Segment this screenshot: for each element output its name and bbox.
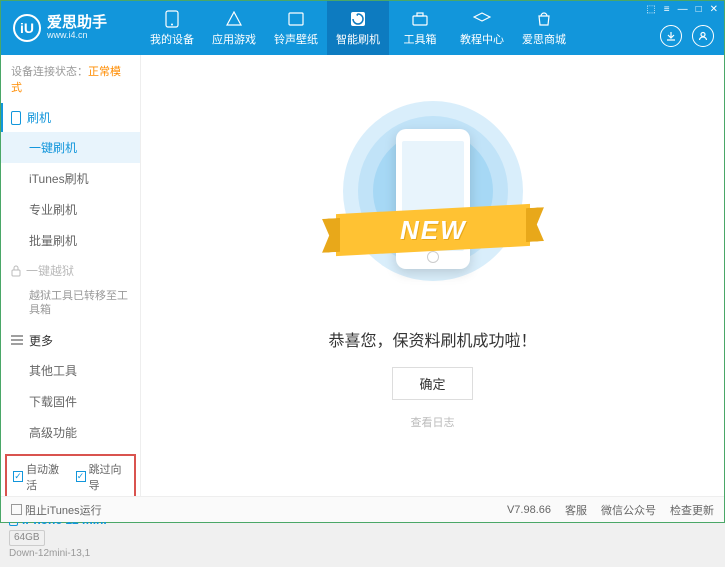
titlebar: iU 爱思助手 www.i4.cn 我的设备 应用游戏 铃声壁纸 智能刷机: [1, 1, 724, 55]
section-flash[interactable]: 刷机: [1, 103, 140, 132]
tab-shop[interactable]: 爱思商城: [513, 1, 575, 55]
sidebar-item-download-firmware[interactable]: 下载固件: [1, 386, 140, 417]
tab-label: 爱思商城: [522, 31, 566, 47]
apps-icon: [225, 10, 243, 28]
media-icon: [287, 10, 305, 28]
sidebar-item-other-tools[interactable]: 其他工具: [1, 355, 140, 386]
checkbox-row-highlighted: ✓ 自动激活 ✓ 跳过向导: [5, 454, 136, 500]
download-icon[interactable]: [660, 25, 682, 47]
statusbar-left: 阻止iTunes运行: [11, 502, 102, 518]
sidebar-item-oneclick-flash[interactable]: 一键刷机: [1, 132, 140, 163]
tab-label: 智能刷机: [336, 31, 380, 47]
section-title: 一键越狱: [26, 262, 74, 279]
shop-icon: [535, 10, 553, 28]
tab-label: 铃声壁纸: [274, 31, 318, 47]
close-icon[interactable]: ✕: [710, 4, 718, 15]
success-illustration: NEW: [318, 101, 548, 301]
device-storage: 64GB: [9, 530, 45, 546]
statusbar: 阻止iTunes运行 V7.98.66 客服 微信公众号 检查更新: [1, 496, 724, 522]
tab-label: 工具箱: [404, 31, 437, 47]
main-content: NEW 恭喜您，保资料刷机成功啦！ 确定 查看日志: [141, 55, 724, 496]
checkbox-block-itunes[interactable]: 阻止iTunes运行: [11, 502, 102, 518]
body-area: 设备连接状态：正常模式 刷机 一键刷机 iTunes刷机 专业刷机 批量刷机 一…: [1, 55, 724, 496]
tab-toolbox[interactable]: 工具箱: [389, 1, 451, 55]
link-support[interactable]: 客服: [565, 502, 587, 518]
checkbox-icon: [11, 504, 22, 515]
view-log-link[interactable]: 查看日志: [411, 414, 455, 430]
logo-text: 爱思助手 www.i4.cn: [47, 15, 107, 41]
section-title: 刷机: [27, 109, 51, 126]
menu-icon[interactable]: ≡: [664, 4, 670, 15]
statusbar-right: V7.98.66 客服 微信公众号 检查更新: [507, 502, 714, 518]
sidebar-item-batch-flash[interactable]: 批量刷机: [1, 225, 140, 256]
jailbreak-note: 越狱工具已转移至工具箱: [1, 285, 140, 326]
connection-status: 设备连接状态：正常模式: [1, 55, 140, 103]
success-message: 恭喜您，保资料刷机成功啦！: [328, 327, 536, 351]
version-text: V7.98.66: [507, 504, 551, 516]
ok-button[interactable]: 确定: [392, 367, 472, 400]
sidebar: 设备连接状态：正常模式 刷机 一键刷机 iTunes刷机 专业刷机 批量刷机 一…: [1, 55, 141, 496]
section-title: 更多: [29, 332, 53, 349]
device-sub: Down-12mini-13,1: [9, 547, 132, 561]
toolbox-icon: [411, 10, 429, 28]
ribbon-text: NEW: [399, 215, 466, 246]
checkbox-label: 跳过向导: [89, 461, 128, 493]
sidebar-item-itunes-flash[interactable]: iTunes刷机: [1, 163, 140, 194]
sidebar-item-advanced[interactable]: 高级功能: [1, 417, 140, 448]
phone-icon: [11, 111, 21, 125]
flash-icon: [349, 10, 367, 28]
maximize-icon[interactable]: □: [696, 4, 702, 15]
nav-tabs: 我的设备 应用游戏 铃声壁纸 智能刷机 工具箱 教程中心: [141, 1, 575, 55]
tab-label: 应用游戏: [212, 31, 256, 47]
phone-icon: [163, 10, 181, 28]
check-icon: ✓: [13, 471, 23, 482]
link-wechat[interactable]: 微信公众号: [601, 502, 656, 518]
menu-icon: [11, 335, 23, 345]
checkbox-label: 自动激活: [26, 461, 65, 493]
checkbox-auto-activate[interactable]: ✓ 自动激活: [13, 461, 66, 493]
tab-label: 教程中心: [460, 31, 504, 47]
tab-my-device[interactable]: 我的设备: [141, 1, 203, 55]
logo-icon: iU: [13, 14, 41, 42]
checkbox-label: 阻止iTunes运行: [25, 502, 102, 518]
tab-flash[interactable]: 智能刷机: [327, 1, 389, 55]
tab-label: 我的设备: [150, 31, 194, 47]
logo-area: iU 爱思助手 www.i4.cn: [1, 14, 141, 42]
titlebar-right-icons: [660, 25, 714, 47]
link-check-update[interactable]: 检查更新: [670, 502, 714, 518]
checkbox-skip-guide[interactable]: ✓ 跳过向导: [76, 461, 129, 493]
section-jailbreak: 一键越狱: [1, 256, 140, 285]
tab-tutorial[interactable]: 教程中心: [451, 1, 513, 55]
user-icon[interactable]: [692, 25, 714, 47]
tab-media[interactable]: 铃声壁纸: [265, 1, 327, 55]
app-window: iU 爱思助手 www.i4.cn 我的设备 应用游戏 铃声壁纸 智能刷机: [0, 0, 725, 523]
section-more[interactable]: 更多: [1, 326, 140, 355]
tutorial-icon: [473, 10, 491, 28]
lock-icon: [11, 265, 21, 277]
sidebar-item-pro-flash[interactable]: 专业刷机: [1, 194, 140, 225]
conn-label: 设备连接状态：: [11, 66, 88, 78]
check-icon: ✓: [76, 471, 86, 482]
window-controls: ⬚ ≡ — □ ✕: [646, 4, 718, 15]
minimize-icon[interactable]: —: [678, 4, 688, 15]
tab-apps[interactable]: 应用游戏: [203, 1, 265, 55]
app-url: www.i4.cn: [47, 31, 107, 41]
pin-icon[interactable]: ⬚: [646, 4, 655, 15]
app-title: 爱思助手: [47, 15, 107, 32]
